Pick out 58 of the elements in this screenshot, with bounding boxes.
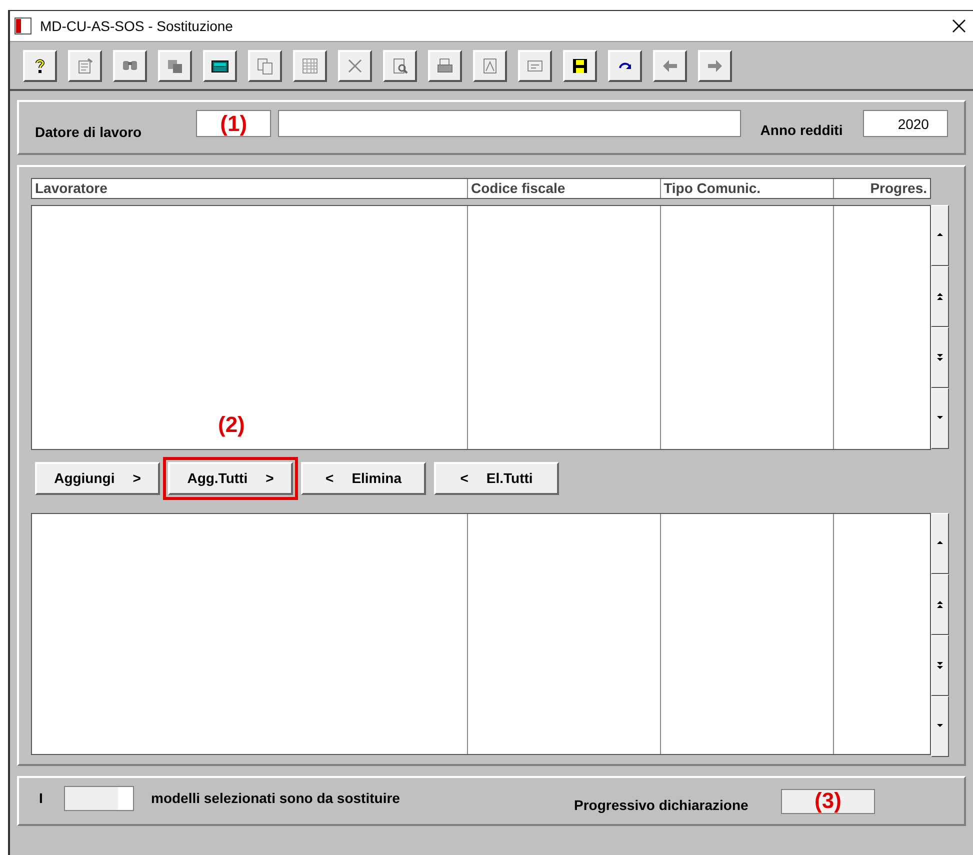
count-field[interactable] [64,786,134,810]
document-icon [76,56,94,74]
scroll-button[interactable] [931,574,949,635]
toolbar-button[interactable] [698,50,732,82]
selection-text: modelli selezionati sono da sostituire [151,788,401,808]
action-button[interactable]: Aggiungi > [35,462,160,495]
employer-code-field[interactable]: (1) [196,110,272,137]
progressive-label: Progressivo dichiarazione [574,796,750,815]
toolbar-button[interactable] [653,50,687,82]
scroll-button[interactable] [931,635,949,696]
employer-name-field[interactable] [278,110,742,137]
magnifier-page-icon [391,56,409,74]
toolbar-button[interactable] [473,50,507,82]
toolbar-button[interactable] [203,50,237,82]
toolbar-button[interactable] [428,50,462,82]
grid-icon [301,56,319,74]
toolbar-button[interactable] [113,50,147,82]
floppy-icon [571,56,589,74]
double-down-arrow-icon [936,353,944,362]
employer-label: Datore di lavoro [35,123,143,142]
double-up-arrow-icon [936,600,944,609]
annotation-label: (2) [218,411,245,439]
toolbar-button[interactable] [518,50,552,82]
app-icon [14,17,32,35]
year-label: Anno redditi [760,121,844,140]
printer-icon [436,56,454,74]
binoculars-icon [123,61,137,70]
copy-icon [256,56,274,74]
column-header[interactable]: Lavoratore [32,179,468,198]
scroll-button[interactable] [931,327,949,388]
toolbar-button[interactable] [563,50,597,82]
prefix-label: I [39,788,44,808]
toolbar-button[interactable] [383,50,417,82]
pdf-icon [481,56,499,74]
scroll-button[interactable] [931,266,949,327]
year-field[interactable]: 2020 [863,110,948,137]
double-up-arrow-icon [936,292,944,301]
toolbar-button[interactable] [608,50,642,82]
cross-icon [346,56,364,74]
scroll-button[interactable] [931,388,949,449]
toolbar-button[interactable] [158,50,192,82]
scroll-button[interactable] [931,513,949,574]
toolbar-button[interactable] [68,50,102,82]
toolbar-button[interactable] [338,50,372,82]
window-title: MD-CU-AS-SOS - Sostituzione [40,16,234,36]
scroll-button[interactable] [931,696,949,757]
scroll-button[interactable] [931,205,949,266]
action-button[interactable]: < El.Tutti [434,462,559,495]
toolbar-button[interactable] [23,50,57,82]
column-header[interactable]: Tipo Comunic. [660,179,834,198]
toolbar-button[interactable] [293,50,327,82]
toolbar-button[interactable] [248,50,282,82]
column-header[interactable]: Codice fiscale [467,179,660,198]
column-header[interactable]: Progres. [833,179,930,198]
action-button[interactable]: Agg.Tutti > [168,462,293,495]
action-button[interactable]: < Elimina [301,462,426,495]
progressive-field[interactable]: (3) [781,788,875,814]
double-down-arrow-icon [936,661,944,670]
